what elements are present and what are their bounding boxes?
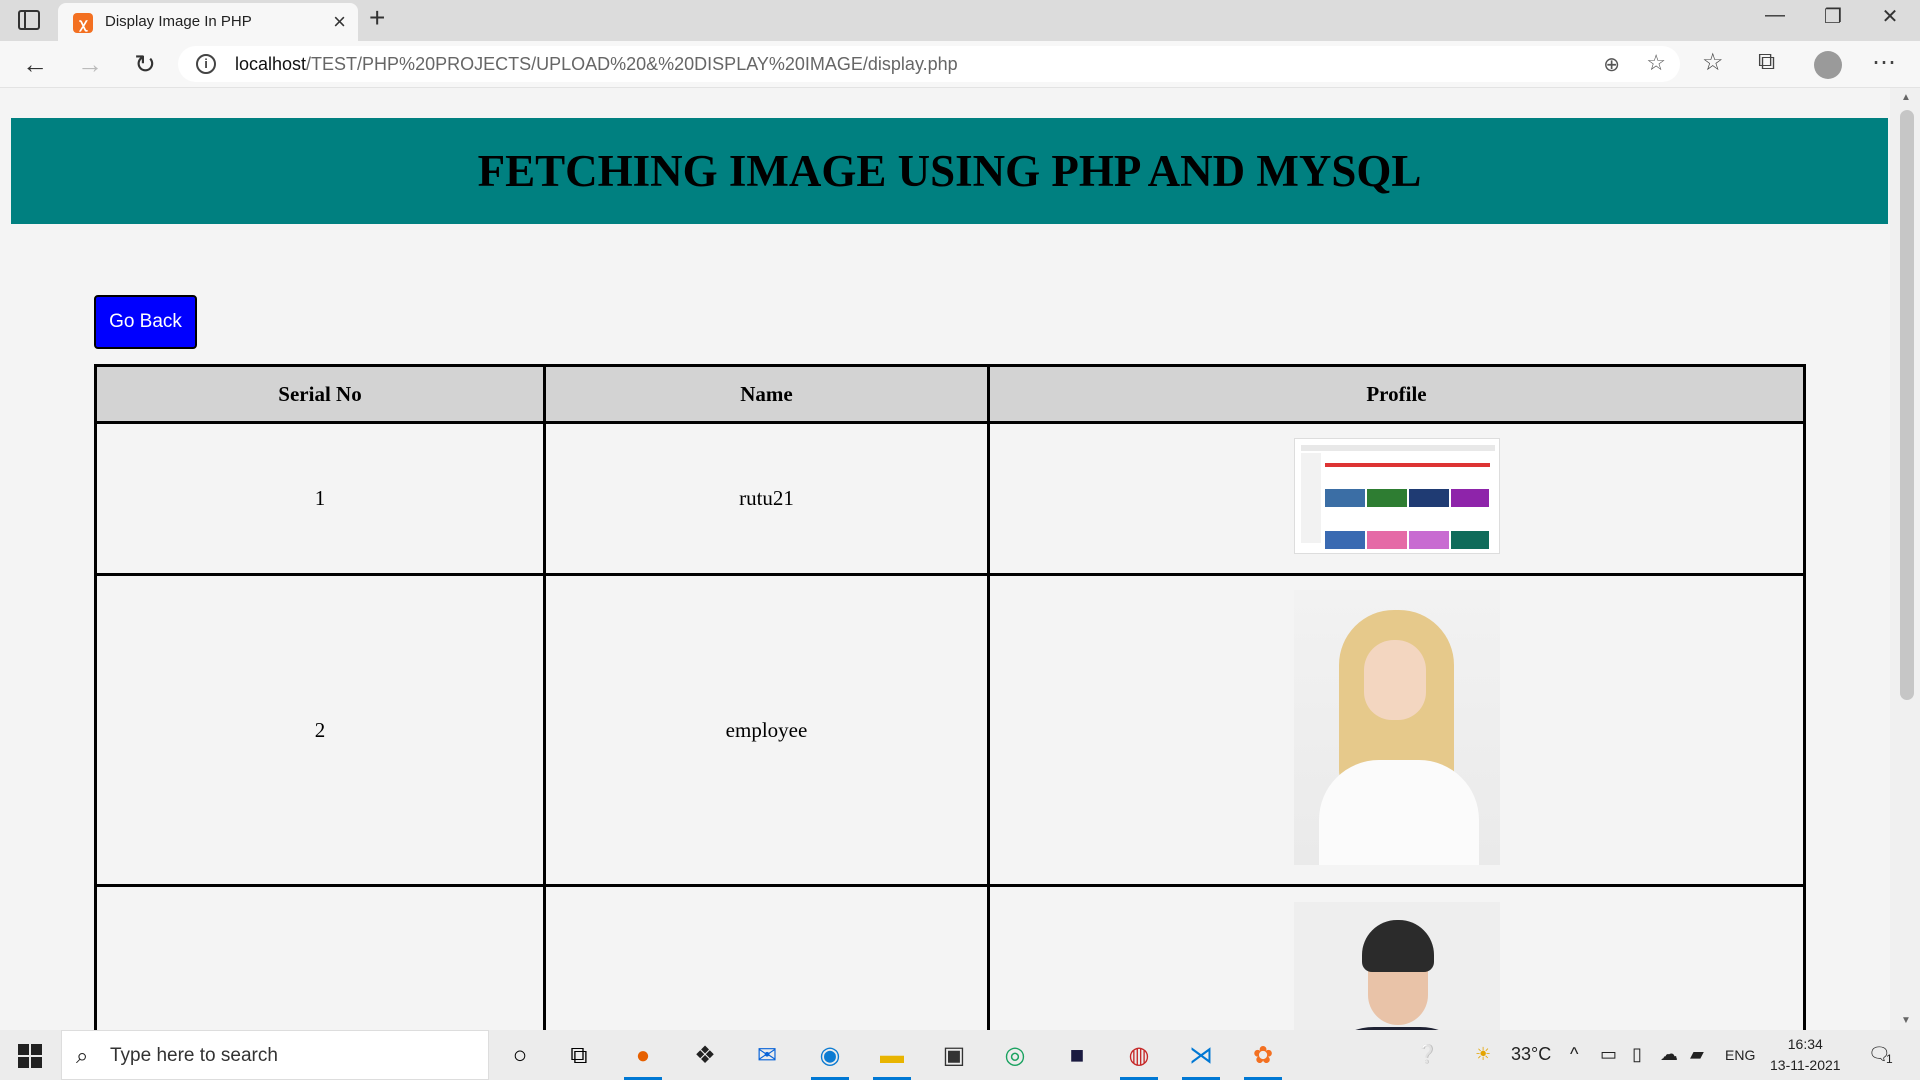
profile-avatar[interactable] [1814,51,1842,79]
url-path: /TEST/PHP%20PROJECTS/UPLOAD%20&%20DISPLA… [306,54,958,74]
language-indicator[interactable]: ENG [1725,1047,1755,1063]
store-icon[interactable]: ▣ [927,1036,981,1080]
tab-title: Display Image In PHP [105,13,252,30]
url-host: localhost [235,54,307,74]
window-close-icon[interactable]: ✕ [1862,4,1918,29]
cortana-icon[interactable]: ○ [493,1036,547,1080]
notification-count: 1 [1886,1052,1893,1066]
forward-arrow-icon[interactable]: → [72,49,108,80]
name-cell: rutu21 [543,421,990,576]
edge-icon[interactable]: ◉ [803,1036,857,1080]
header-banner: FETCHING IMAGE USING PHP AND MYSQL [11,118,1888,224]
profile-cell [987,884,1806,1030]
firefox-icon[interactable]: ● [616,1036,670,1080]
clock-date: 13-11-2021 [1770,1057,1841,1073]
help-icon[interactable]: ❔ [1416,1044,1438,1065]
collections-icon[interactable]: ⧉ [1758,48,1775,76]
browser-toolbar: ← → ↻ i localhost/TEST/PHP%20PROJECTS/UP… [0,41,1920,88]
url-text: localhost/TEST/PHP%20PROJECTS/UPLOAD%20&… [235,54,958,75]
go-back-button[interactable]: Go Back [94,295,197,349]
header-name: Name [543,364,990,424]
table-row: 1 rutu21 [94,421,1806,576]
favorites-icon[interactable]: ☆ [1702,48,1724,77]
weather-temperature[interactable]: 33°C [1511,1044,1551,1065]
network-tray-icon[interactable]: ▭ [1600,1044,1617,1065]
vscode-icon[interactable]: ⋊ [1174,1036,1228,1080]
onedrive-icon[interactable]: ☁ [1660,1044,1678,1065]
search-icon: ⌕ [76,1043,89,1068]
zoom-icon[interactable]: ⊕ [1603,52,1620,77]
sublime-icon[interactable]: ■ [1050,1036,1104,1080]
serial-cell: 2 [94,573,546,887]
scrollbar-thumb[interactable] [1900,110,1914,700]
dropbox-icon[interactable]: ❖ [678,1036,732,1080]
browser-tab[interactable]: ꭓ Display Image In PHP × [58,3,358,41]
vertical-scrollbar[interactable]: ▲ ▼ [1890,88,1920,1030]
scroll-down-icon[interactable]: ▼ [1901,1015,1911,1026]
image-table: Serial No Name Profile 1 rutu21 2 employ… [94,364,1806,1030]
minimize-icon[interactable]: — [1747,4,1803,27]
more-menu-icon[interactable]: ⋯ [1872,48,1896,77]
tab-actions-icon[interactable] [18,10,40,30]
name-cell: employee [543,573,990,887]
device-tray-icon[interactable]: ▯ [1632,1044,1642,1065]
search-placeholder: Type here to search [110,1045,278,1066]
profile-cell [987,421,1806,576]
profile-image-woman [1293,589,1500,865]
weather-icon[interactable]: ☀ [1475,1044,1491,1065]
add-favorite-icon[interactable]: ☆ [1646,50,1666,76]
refresh-icon[interactable]: ↻ [127,49,163,80]
close-tab-icon[interactable]: × [333,9,346,35]
header-serial-no: Serial No [94,364,546,424]
serial-cell [94,884,546,1030]
new-tab-icon[interactable]: + [369,2,385,34]
battery-icon[interactable]: ▰ [1690,1044,1704,1065]
table-row [94,884,1806,1030]
taskbar: ⌕ Type here to search ○ ⧉ ● ❖ ✉ ◉ ▬ ▣ ◎ … [0,1030,1920,1080]
chrome-icon[interactable]: ◎ [988,1036,1042,1080]
clock-time: 16:34 [1787,1036,1823,1052]
table-row: 2 employee [94,573,1806,887]
table-header-row: Serial No Name Profile [94,364,1806,424]
profile-image-screenshot [1293,437,1500,554]
system-clock[interactable]: 16:34 13-11-2021 [1770,1034,1841,1076]
xampp-favicon-icon: ꭓ [73,13,93,33]
windows-start-icon[interactable] [18,1044,42,1068]
taskbar-search-box[interactable]: ⌕ Type here to search [61,1030,489,1080]
address-bar[interactable]: i localhost/TEST/PHP%20PROJECTS/UPLOAD%2… [178,46,1680,82]
scroll-up-icon[interactable]: ▲ [1901,92,1911,103]
name-cell [543,884,990,1030]
header-profile: Profile [987,364,1806,424]
page-title: FETCHING IMAGE USING PHP AND MYSQL [477,146,1422,196]
page-viewport: FETCHING IMAGE USING PHP AND MYSQL Go Ba… [0,88,1890,1030]
mail-icon[interactable]: ✉ [740,1036,794,1080]
restore-icon[interactable]: ❐ [1805,4,1861,29]
serial-cell: 1 [94,421,546,576]
task-view-icon[interactable]: ⧉ [552,1036,606,1080]
back-arrow-icon[interactable]: ← [17,49,53,80]
profile-cell [987,573,1806,887]
postman-icon[interactable]: ◍ [1112,1036,1166,1080]
site-info-icon[interactable]: i [196,54,216,74]
chevron-up-icon[interactable]: ^ [1570,1044,1578,1065]
file-explorer-icon[interactable]: ▬ [865,1036,919,1080]
xampp-icon[interactable]: ✿ [1236,1036,1290,1080]
tab-bar: ꭓ Display Image In PHP × + — ❐ ✕ [0,0,1920,41]
profile-image-man [1293,902,1500,1030]
